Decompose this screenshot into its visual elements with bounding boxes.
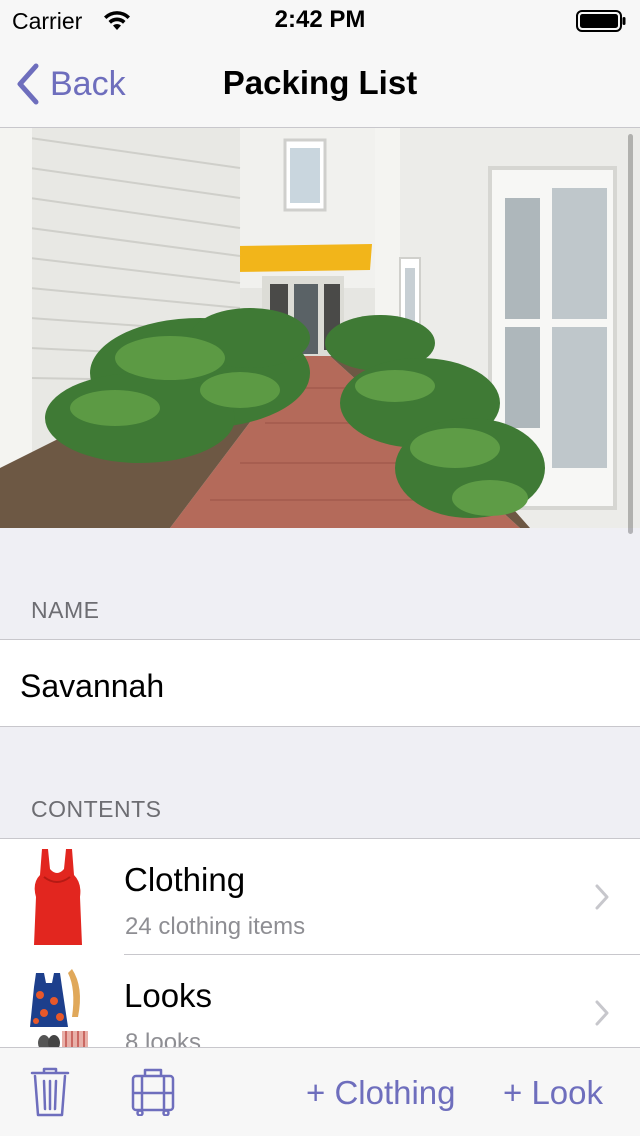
row-subtitle: 24 clothing items [125,913,306,940]
outfit-thumbnail-icon [30,969,88,1048]
name-value[interactable]: Savannah [20,668,164,705]
destination-photo[interactable] [0,128,640,528]
bottom-toolbar: + Clothing + Look [0,1047,640,1136]
add-look-button[interactable]: + Look [503,1074,603,1112]
name-field[interactable]: Savannah [0,639,640,727]
scroll-indicator[interactable] [628,134,633,534]
tank-top-thumbnail-icon [34,849,82,945]
contents-section-header: CONTENTS [31,796,162,822]
list-item-clothing[interactable]: Clothing 24 clothing items [0,839,640,955]
photo-illustration [0,128,640,528]
list-item-looks[interactable]: Looks 8 looks [0,955,640,1048]
trash-icon[interactable] [30,1066,70,1118]
battery-icon [576,10,626,32]
navigation-bar: Back Packing List [0,40,640,128]
row-title: Looks [124,977,213,1014]
chevron-right-icon [595,884,609,910]
row-title: Clothing [124,861,246,898]
suitcase-icon[interactable] [130,1066,176,1116]
page-title: Packing List [222,64,418,101]
name-section-header: NAME [31,597,100,623]
row-subtitle: 8 looks [125,1029,202,1048]
add-clothing-button[interactable]: + Clothing [306,1074,456,1112]
status-time: 2:42 PM [274,6,366,33]
chevron-right-icon [595,1000,609,1026]
contents-list: Clothing 24 clothing items Looks 8 looks [0,838,640,1048]
status-bar: Carrier 2:42 PM [0,0,640,40]
